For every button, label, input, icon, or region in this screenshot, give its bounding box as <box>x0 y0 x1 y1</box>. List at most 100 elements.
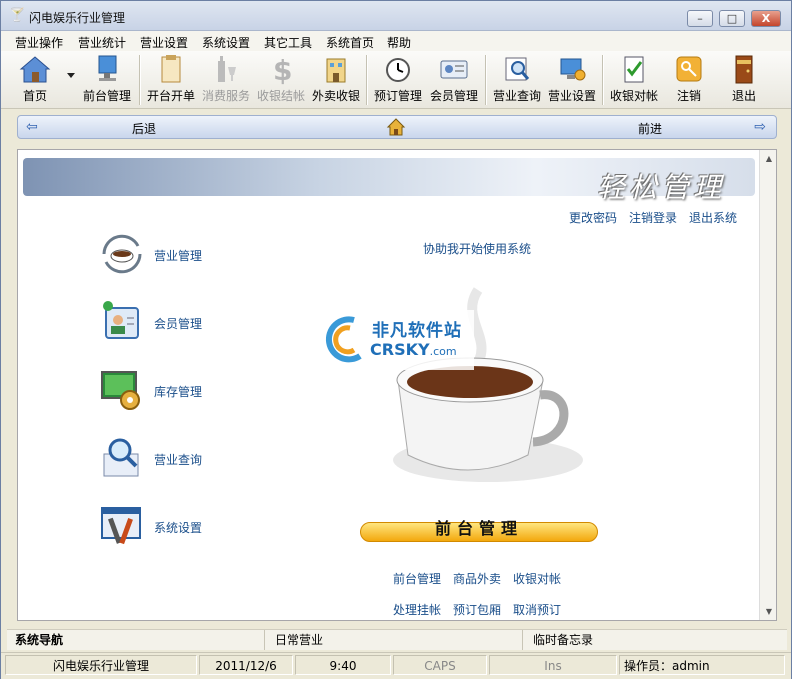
goods-takeout-link[interactable]: 商品外卖 <box>453 570 501 587</box>
toolbar-front-desk-label: 前台管理 <box>82 89 131 103</box>
building-icon <box>326 58 346 83</box>
scroll-up-icon[interactable]: ▲ <box>766 154 772 163</box>
arrow-left-icon[interactable]: ⇦ <box>26 119 38 135</box>
scroll-down-icon[interactable]: ▼ <box>766 607 772 616</box>
menu-help[interactable]: 帮助 <box>387 34 411 51</box>
nav-forward-button[interactable]: 前进 <box>638 120 662 137</box>
toolbar-takeout-label: 外卖收银 <box>311 89 360 103</box>
toolbar-takeout-button[interactable]: 外卖收银 <box>308 53 364 107</box>
caption-text: 前台管理 <box>434 519 523 538</box>
toolbar-consume-service-button[interactable]: 消费服务 <box>198 53 254 107</box>
logout-link[interactable]: 注销登录 <box>629 209 677 226</box>
toolbar-open-table-label: 开台开单 <box>146 89 195 103</box>
toolbar-business-settings-button[interactable]: 营业设置 <box>544 53 600 107</box>
app-window: 🍸 闪电娱乐行业管理 – □ X 营业操作 营业统计 营业设置 系统设置 其它工… <box>0 0 792 679</box>
arrow-right-icon[interactable]: ⇨ <box>754 119 766 135</box>
status-operator: 操作员：admin <box>619 655 785 675</box>
status-ins: Ins <box>489 655 617 675</box>
inventory-icon <box>101 371 140 410</box>
home-icon <box>19 56 51 83</box>
toolbar-reservation-label: 预订管理 <box>373 89 422 103</box>
vertical-scrollbar[interactable]: ▲ ▼ <box>759 150 776 620</box>
toolbar-cash-reconcile-button[interactable]: 收银对帐 <box>606 53 662 107</box>
main-content: 轻松管理 更改密码 注销登录 退出系统 协助我开始使用系统 营业管理 会员管理 … <box>17 149 777 621</box>
menu-business-settings[interactable]: 营业设置 <box>140 34 188 51</box>
minimize-button[interactable]: – <box>687 10 713 27</box>
side-item-label: 营业查询 <box>154 453 203 467</box>
toolbar-home-label: 首页 <box>22 89 47 103</box>
toolbar-checkout-button[interactable]: $ 收银结帐 <box>253 53 309 107</box>
clipboard-icon <box>161 55 181 83</box>
status-bar: 闪电娱乐行业管理 2011/12/6 9:40 CAPS Ins 操作员：adm… <box>1 652 791 679</box>
front-desk-caption-bar[interactable]: 前台管理 <box>360 519 598 542</box>
panel-tabs: 系统导航 日常营业 临时备忘录 <box>7 629 787 650</box>
checklist-icon <box>624 56 644 83</box>
side-item-inventory-management[interactable]: 库存管理 <box>98 366 238 416</box>
title-bar[interactable]: 🍸 闪电娱乐行业管理 – □ X <box>1 1 791 31</box>
side-item-business-management[interactable]: 营业管理 <box>98 230 238 280</box>
side-item-label: 系统设置 <box>154 521 203 535</box>
tools-icon <box>101 507 141 545</box>
toolbar-front-desk-button[interactable]: 前台管理 <box>79 53 135 107</box>
nav-home-icon[interactable] <box>386 117 406 140</box>
settings-computer-icon <box>560 58 586 81</box>
status-caps: CAPS <box>393 655 487 675</box>
reserve-room-link[interactable]: 预订包厢 <box>453 601 501 618</box>
crsky-logo-icon <box>325 316 362 363</box>
navigation-bar: ⇦ 后退 前进 ⇨ <box>17 115 777 139</box>
toolbar-business-query-label: 营业查询 <box>492 89 541 103</box>
side-item-business-query[interactable]: 营业查询 <box>98 434 238 484</box>
toolbar-reservation-button[interactable]: 预订管理 <box>370 53 426 107</box>
toolbar-business-query-button[interactable]: 营业查询 <box>489 53 545 107</box>
toolbar-open-table-button[interactable]: 开台开单 <box>143 53 199 107</box>
toolbar-cash-reconcile-label: 收银对帐 <box>609 89 658 103</box>
svg-text:$: $ <box>273 54 292 85</box>
panel-system-nav[interactable]: 系统导航 <box>7 630 265 650</box>
member-card-icon <box>440 60 468 79</box>
toolbar-consume-service-label: 消费服务 <box>201 89 250 103</box>
toolbar-member-button[interactable]: 会员管理 <box>426 53 482 107</box>
side-item-label: 库存管理 <box>154 385 203 399</box>
menu-other-tools[interactable]: 其它工具 <box>264 34 312 51</box>
bottle-glass-icon <box>218 56 236 82</box>
toolbar-home-button[interactable]: 首页 <box>7 53 63 107</box>
toolbar-logout-button[interactable]: 注销 <box>661 53 717 107</box>
side-item-system-settings[interactable]: 系统设置 <box>98 502 238 552</box>
toolbar-exit-label: 退出 <box>731 89 756 103</box>
nav-back-button[interactable]: 后退 <box>132 120 156 137</box>
toolbar-exit-button[interactable]: 退出 <box>716 53 772 107</box>
panel-memo[interactable]: 临时备忘录 <box>525 630 787 650</box>
key-icon <box>676 56 702 82</box>
menu-business-stats[interactable]: 营业统计 <box>78 34 126 51</box>
coffee-cup-illustration <box>393 287 583 482</box>
coffee-cup-icon <box>102 234 142 274</box>
status-date: 2011/12/6 <box>199 655 293 675</box>
side-item-member-management[interactable]: 会员管理 <box>98 298 238 348</box>
status-time: 9:40 <box>295 655 391 675</box>
monitor-icon <box>98 55 117 81</box>
window-title: 闪电娱乐行业管理 <box>29 11 126 25</box>
exit-system-link[interactable]: 退出系统 <box>689 209 737 226</box>
menu-system-home[interactable]: 系统首页 <box>326 34 374 51</box>
maximize-button[interactable]: □ <box>719 10 745 27</box>
menu-business-ops[interactable]: 营业操作 <box>15 34 63 51</box>
toolbar: 首页 前台管理 开台开单 消费服务 $ 收银结帐 外卖收银 预订管理 会员管理 … <box>1 51 791 109</box>
header-banner: 轻松管理 <box>23 158 755 204</box>
dollar-icon: $ <box>273 54 292 85</box>
side-item-label: 会员管理 <box>154 317 203 331</box>
panel-daily-business[interactable]: 日常营业 <box>267 630 523 650</box>
handle-credit-link[interactable]: 处理挂帐 <box>393 601 441 618</box>
change-password-link[interactable]: 更改密码 <box>569 209 617 226</box>
clock-icon <box>386 58 410 82</box>
member-card-icon <box>103 301 139 339</box>
chevron-down-icon[interactable] <box>67 73 75 78</box>
watermark-text: 非凡软件站 <box>372 321 462 341</box>
cash-reconcile-link[interactable]: 收银对帐 <box>513 570 561 587</box>
menu-system-settings[interactable]: 系统设置 <box>202 34 250 51</box>
front-desk-link[interactable]: 前台管理 <box>393 570 441 587</box>
cancel-reservation-link[interactable]: 取消预订 <box>513 601 561 618</box>
help-start-link[interactable]: 协助我开始使用系统 <box>423 240 531 257</box>
close-button[interactable]: X <box>751 10 781 27</box>
app-logo-icon: 🍸 <box>9 8 26 23</box>
watermark-logo: 非凡软件站 CRSKY.com <box>318 310 474 370</box>
